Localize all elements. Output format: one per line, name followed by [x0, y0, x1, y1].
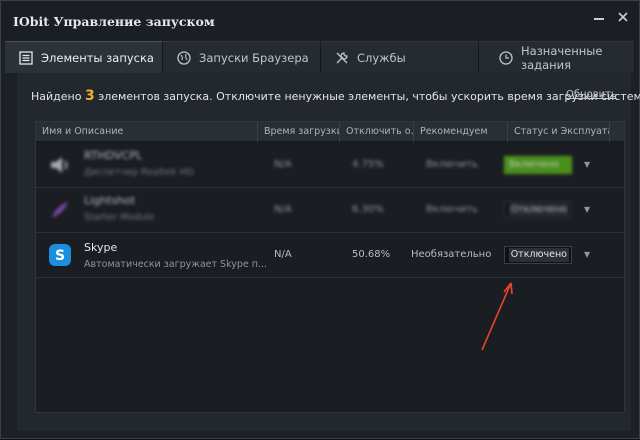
tab-label: Элементы запуска — [41, 50, 154, 65]
column-header-name[interactable]: Имя и Описание — [36, 122, 258, 142]
startup-items-panel: Найдено 3 элементов запуска. Отключите н… — [17, 73, 640, 431]
item-load-time: N/A — [274, 159, 292, 170]
tab-label: Службы — [357, 50, 406, 65]
status-toggle[interactable]: Отключено — [504, 201, 572, 219]
column-header-load-time[interactable]: Время загрузки — [258, 122, 340, 142]
skype-icon: S — [48, 243, 72, 267]
item-recommend: Необязательно — [411, 249, 492, 260]
tab-services[interactable]: Службы — [321, 41, 479, 73]
minimize-icon — [594, 18, 604, 20]
tools-icon — [335, 51, 349, 65]
startup-table: Имя и Описание Время загрузки Отключить … — [35, 121, 625, 413]
tab-label: Назначенные задания — [521, 43, 603, 72]
column-header-recommend[interactable]: Рекомендуем — [414, 122, 508, 142]
item-desc: Автоматически загружает Skype п... — [84, 259, 268, 270]
column-header-status[interactable]: Статус и Эксплуата... — [508, 122, 610, 142]
tab-browser-startups[interactable]: Запуски Браузера — [163, 41, 321, 73]
info-suffix: элементов запуска. Отключите ненужные эл… — [98, 90, 640, 103]
status-label: Отключено — [508, 203, 569, 217]
item-desc: Starter Module — [84, 212, 155, 223]
item-name: Lightshot — [84, 194, 136, 207]
table-header: Имя и Описание Время загрузки Отключить … — [36, 122, 624, 142]
item-desc: Диспетчер Realtek HD — [84, 167, 194, 178]
tab-scheduled-tasks[interactable]: Назначенные задания — [479, 41, 635, 73]
chevron-down-icon[interactable]: ▼ — [584, 250, 590, 259]
refresh-link[interactable]: Обновить — [566, 89, 617, 100]
item-disable-pct: 4.75% — [352, 159, 384, 170]
item-recommend: Включить — [426, 159, 478, 170]
status-toggle[interactable]: Отключено — [504, 246, 572, 264]
list-icon — [19, 50, 33, 65]
window-title: IObit Управление запуском — [13, 14, 215, 29]
info-text: Найдено 3 элементов запуска. Отключите н… — [31, 88, 640, 104]
startup-manager-window: IObit Управление запуском Элементы запус… — [0, 0, 640, 439]
svg-text:S: S — [55, 248, 65, 264]
chevron-down-icon[interactable]: ▼ — [584, 160, 590, 169]
status-label: Отключено — [508, 248, 569, 262]
minimize-button[interactable] — [591, 9, 607, 25]
title-bar: IObit Управление запуском — [1, 1, 639, 41]
item-disable-pct: 6.30% — [352, 204, 384, 215]
item-name: Skype — [84, 241, 118, 254]
table-row[interactable]: RTHDVCPL Диспетчер Realtek HD N/A 4.75% … — [36, 143, 624, 188]
tab-startup-items[interactable]: Элементы запуска — [5, 41, 163, 73]
close-icon — [618, 12, 628, 22]
info-prefix: Найдено — [31, 90, 82, 103]
item-load-time: N/A — [274, 249, 292, 260]
status-label: Включено — [509, 159, 559, 170]
chevron-down-icon[interactable]: ▼ — [584, 205, 590, 214]
item-recommend: Включить — [426, 204, 478, 215]
feather-icon — [48, 198, 72, 222]
table-row[interactable]: S Skype Автоматически загружает Skype п.… — [36, 233, 624, 278]
globe-icon — [177, 50, 191, 65]
status-toggle[interactable]: Включено — [504, 156, 572, 174]
tab-label: Запуски Браузера — [199, 50, 309, 65]
item-name: RTHDVCPL — [84, 149, 143, 162]
tab-bar: Элементы запуска Запуски Браузера Службы — [5, 41, 635, 73]
close-button[interactable] — [615, 9, 631, 25]
item-load-time: N/A — [274, 204, 292, 215]
item-disable-pct: 50.68% — [352, 249, 391, 260]
items-count: 3 — [84, 88, 95, 104]
table-row[interactable]: Lightshot Starter Module N/A 6.30% Включ… — [36, 188, 624, 233]
speaker-icon — [48, 153, 72, 177]
clock-icon — [499, 50, 513, 65]
column-header-disable[interactable]: Отключить о... — [340, 122, 414, 142]
